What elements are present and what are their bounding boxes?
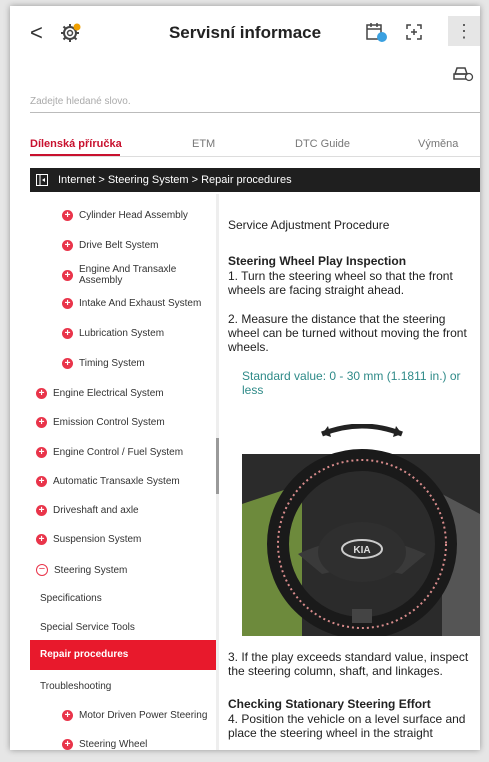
breadcrumb: Internet > Steering System > Repair proc… (30, 168, 480, 192)
sidebar-item-suspension-system[interactable]: + Suspension System (36, 534, 212, 545)
heading-checking-stationary-effort: Checking Stationary Steering Effort (228, 697, 431, 711)
sidebar-item-cylinder-head-assembly[interactable]: + Cylinder Head Assembly (62, 210, 212, 221)
kia-logo: KIA (353, 545, 370, 556)
expand-plus-icon: + (62, 269, 73, 281)
standard-value: Standard value: 0 - 30 mm (1.1811 in.) o… (242, 369, 461, 397)
steering-wheel-image: KIA (242, 424, 480, 636)
sidebar-item-troubleshooting[interactable]: Troubleshooting (40, 681, 210, 692)
sidebar-item-steering-system[interactable]: − Steering System (36, 564, 212, 576)
sidebar-item-emission-control-system[interactable]: + Emission Control System (36, 417, 212, 428)
app-window: < Servisní informace ⋮ Zadejte hledané s… (10, 6, 480, 750)
collapse-sidebar-icon[interactable] (36, 174, 48, 186)
sidebar-item-steering-wheel[interactable]: + Steering Wheel (62, 739, 212, 750)
expand-plus-icon: + (36, 388, 47, 399)
expand-plus-icon: + (62, 739, 73, 750)
tab-bar: Dílenská příručka ETM DTC Guide Výměna (30, 134, 480, 157)
search-field (30, 90, 480, 113)
step-4: 4. Position the vehicle on a level surfa… (228, 712, 466, 740)
sidebar-item-repair-procedures[interactable]: Repair procedures (30, 640, 216, 670)
more-icon[interactable]: ⋮ (448, 16, 480, 46)
sidebar-item-engine-and-transaxle-assembly[interactable]: + Engine And Transaxle Assembly (62, 264, 212, 286)
breadcrumb-text: Internet > Steering System > Repair proc… (58, 174, 292, 186)
sidebar-item-timing-system[interactable]: + Timing System (62, 358, 212, 369)
sidebar-item-automatic-transaxle-system[interactable]: + Automatic Transaxle System (36, 476, 212, 487)
step-1: 1. Turn the steering wheel so that the f… (228, 269, 453, 297)
expand-plus-icon: + (36, 476, 47, 487)
calendar-icon[interactable] (365, 22, 389, 44)
section-title: Service Adjustment Procedure (228, 218, 390, 232)
collapse-minus-icon: − (36, 564, 48, 576)
car-settings-icon[interactable] (452, 64, 474, 82)
expand-plus-icon: + (36, 417, 47, 428)
tab-vymena[interactable]: Výměna (418, 138, 458, 150)
active-tab-indicator (30, 154, 120, 156)
expand-plus-icon: + (36, 447, 47, 458)
header: < Servisní informace ⋮ (10, 6, 480, 82)
tab-dilenska-prirucka[interactable]: Dílenská příručka (30, 138, 122, 150)
search-input[interactable] (30, 90, 470, 107)
expand-plus-icon: + (62, 710, 73, 721)
sidebar-item-engine-control-fuel-system[interactable]: + Engine Control / Fuel System (36, 447, 212, 458)
sidebar-item-driveshaft-and-axle[interactable]: + Driveshaft and axle (36, 505, 212, 516)
sidebar-item-lubrication-system[interactable]: + Lubrication System (62, 328, 212, 339)
tab-etm[interactable]: ETM (192, 138, 215, 150)
sidebar-item-motor-driven-power-steering[interactable]: + Motor Driven Power Steering (62, 710, 212, 721)
sidebar: + Cylinder Head Assembly + Drive Belt Syst… (30, 194, 216, 750)
sidebar-scrollbar-thumb[interactable] (216, 438, 219, 494)
content-panel: Service Adjustment Procedure Steering Wh… (228, 194, 480, 750)
sidebar-item-drive-belt-system[interactable]: + Drive Belt System (62, 240, 212, 251)
heading-steering-wheel-play: Steering Wheel Play Inspection (228, 254, 407, 268)
step-2: 2. Measure the distance that the steerin… (228, 312, 467, 354)
expand-icon[interactable] (405, 23, 423, 41)
step-3: 3. If the play exceeds standard value, i… (228, 650, 469, 678)
expand-plus-icon: + (62, 358, 73, 369)
tab-dtc-guide[interactable]: DTC Guide (295, 138, 350, 150)
sidebar-item-engine-electrical-system[interactable]: + Engine Electrical System (36, 388, 212, 399)
expand-plus-icon: + (62, 298, 73, 309)
sidebar-item-specifications[interactable]: Specifications (40, 593, 210, 604)
sidebar-item-intake-and-exhaust-system[interactable]: + Intake And Exhaust System (62, 298, 212, 309)
expand-plus-icon: + (36, 534, 47, 545)
sidebar-item-special-service-tools[interactable]: Special Service Tools (40, 622, 210, 633)
expand-plus-icon: + (62, 210, 73, 221)
expand-plus-icon: + (62, 328, 73, 339)
expand-plus-icon: + (62, 240, 73, 251)
expand-plus-icon: + (36, 505, 47, 516)
